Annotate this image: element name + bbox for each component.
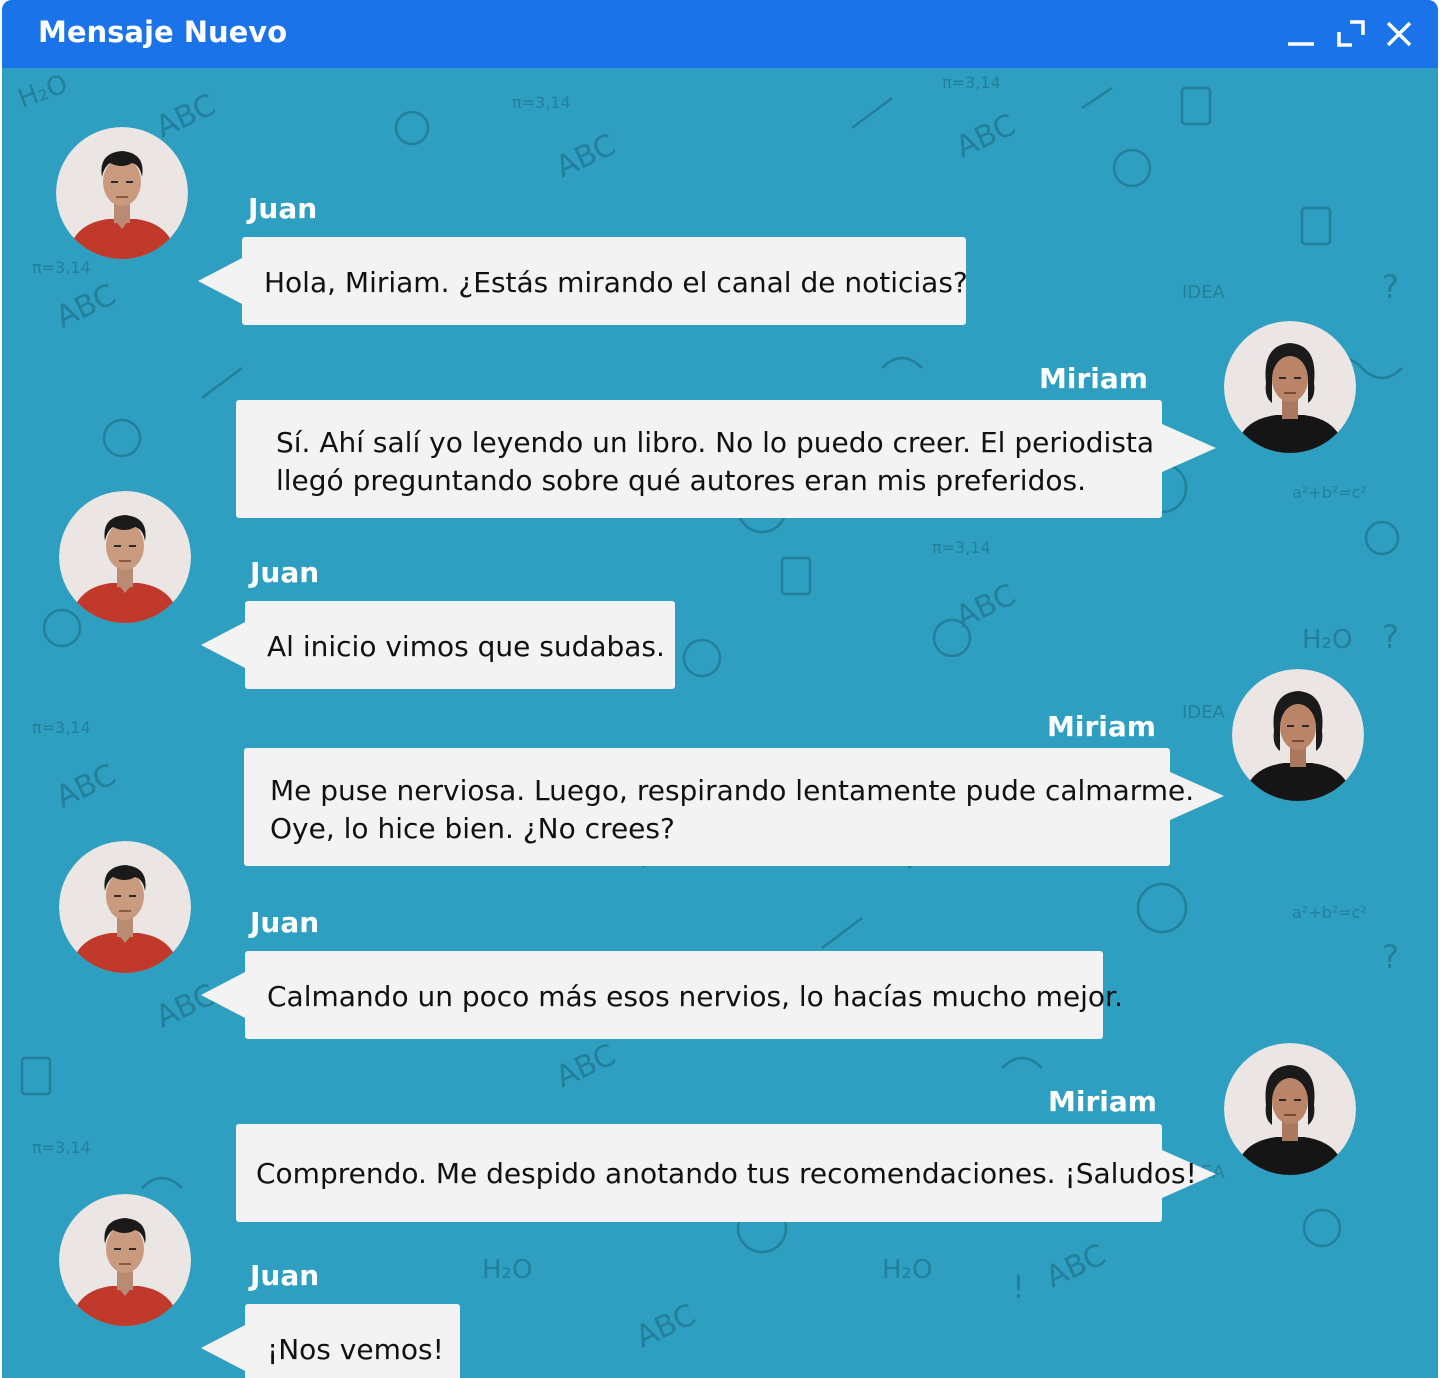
message-text: llegó preguntando sobre qué autores eran… (276, 464, 1086, 497)
chat-window: Mensaje Nuevo H₂O ABC ABC ABC IDEA IDEA … (2, 0, 1438, 1378)
message-text: Al inicio vimos que sudabas. (267, 630, 665, 663)
juan-avatar-icon (56, 127, 188, 259)
juan-avatar-icon (59, 1194, 191, 1326)
juan-avatar (59, 1194, 191, 1326)
svg-text:ABC: ABC (51, 758, 122, 816)
message-bubble: Hola, Miriam. ¿Estás mirando el canal de… (242, 237, 968, 325)
miriam-avatar (1224, 321, 1356, 453)
sender-name: Juan (250, 1259, 320, 1292)
message-bubble: Me puse nerviosa. Luego, respirando lent… (244, 748, 1195, 866)
juan-avatar-icon (59, 841, 191, 973)
svg-text:π=3,14: π=3,14 (932, 538, 991, 557)
svg-text:a²+b²=c²: a²+b²=c² (1292, 483, 1367, 502)
message-text: Calmando un poco más esos nervios, lo ha… (267, 980, 1123, 1013)
message-bubble: Sí. Ahí salí yo leyendo un libro. No lo … (236, 400, 1162, 518)
miriam-avatar (1232, 669, 1364, 801)
message-bubble: Comprendo. Me despido anotando tus recom… (236, 1124, 1197, 1222)
message-text: Me puse nerviosa. Luego, respirando lent… (270, 774, 1195, 807)
message-bubble: Calmando un poco más esos nervios, lo ha… (245, 951, 1123, 1039)
sender-name: Miriam (1039, 362, 1148, 395)
svg-text:ABC: ABC (951, 578, 1022, 636)
svg-text:H₂O: H₂O (482, 1255, 532, 1285)
miriam-avatar (1224, 1043, 1356, 1175)
juan-avatar (59, 491, 191, 623)
message-text: Oye, lo hice bien. ¿No crees? (270, 812, 675, 845)
bubble-tail (201, 1324, 247, 1372)
miriam-avatar-icon (1224, 321, 1356, 453)
svg-text:ABC: ABC (551, 1038, 622, 1096)
svg-text:π=3,14: π=3,14 (942, 73, 1001, 92)
message-text: Sí. Ahí salí yo leyendo un libro. No lo … (276, 426, 1155, 459)
bubble-tail (201, 621, 247, 669)
juan-avatar-icon (59, 491, 191, 623)
miriam-avatar-icon (1232, 669, 1364, 801)
message-text: Hola, Miriam. ¿Estás mirando el canal de… (264, 266, 968, 299)
bubble-tail (1162, 424, 1216, 472)
message-bubble: ¡Nos vemos! (245, 1304, 460, 1378)
juan-avatar (56, 127, 188, 259)
close-icon[interactable] (1381, 16, 1417, 52)
maximize-icon[interactable] (1333, 16, 1369, 52)
svg-text:?: ? (1382, 268, 1399, 306)
svg-text:a²+b²=c²: a²+b²=c² (1292, 903, 1367, 922)
minimize-icon[interactable] (1283, 16, 1319, 52)
svg-text:π=3,14: π=3,14 (512, 93, 571, 112)
chat-body: H₂O ABC ABC ABC IDEA IDEA IDEA ABC ABC A… (2, 68, 1438, 1378)
bubble-tail (201, 971, 247, 1019)
svg-text:H₂O: H₂O (882, 1255, 932, 1285)
svg-text:?: ? (1382, 618, 1399, 656)
message-text: ¡Nos vemos! (267, 1333, 444, 1366)
svg-text:IDEA: IDEA (1182, 282, 1226, 303)
title-bar: Mensaje Nuevo (2, 0, 1438, 68)
svg-text:π=3,14: π=3,14 (32, 718, 91, 737)
sender-name: Miriam (1047, 710, 1156, 743)
sender-name: Juan (250, 906, 320, 939)
svg-text:H₂O: H₂O (1302, 625, 1352, 655)
svg-text:π=3,14: π=3,14 (32, 1138, 91, 1157)
svg-text:π=3,14: π=3,14 (32, 258, 91, 277)
svg-text:ABC: ABC (151, 88, 222, 146)
svg-text:ABC: ABC (951, 108, 1022, 166)
svg-text:ABC: ABC (51, 278, 122, 336)
sender-name: Miriam (1048, 1085, 1157, 1118)
bubble-tail (198, 257, 244, 305)
sender-name: Juan (250, 556, 320, 589)
message-bubble: Al inicio vimos que sudabas. (245, 601, 675, 689)
svg-text:?: ? (1382, 938, 1399, 976)
juan-avatar (59, 841, 191, 973)
sender-name: Juan (248, 192, 318, 225)
svg-text:!: ! (1012, 1268, 1025, 1306)
svg-text:ABC: ABC (631, 1298, 702, 1356)
miriam-avatar-icon (1224, 1043, 1356, 1175)
message-text: Comprendo. Me despido anotando tus recom… (256, 1157, 1197, 1190)
svg-text:ABC: ABC (1041, 1238, 1112, 1296)
svg-text:ABC: ABC (551, 128, 622, 186)
svg-text:IDEA: IDEA (1182, 702, 1226, 723)
window-title: Mensaje Nuevo (38, 15, 288, 49)
svg-text:H₂O: H₂O (14, 69, 72, 114)
